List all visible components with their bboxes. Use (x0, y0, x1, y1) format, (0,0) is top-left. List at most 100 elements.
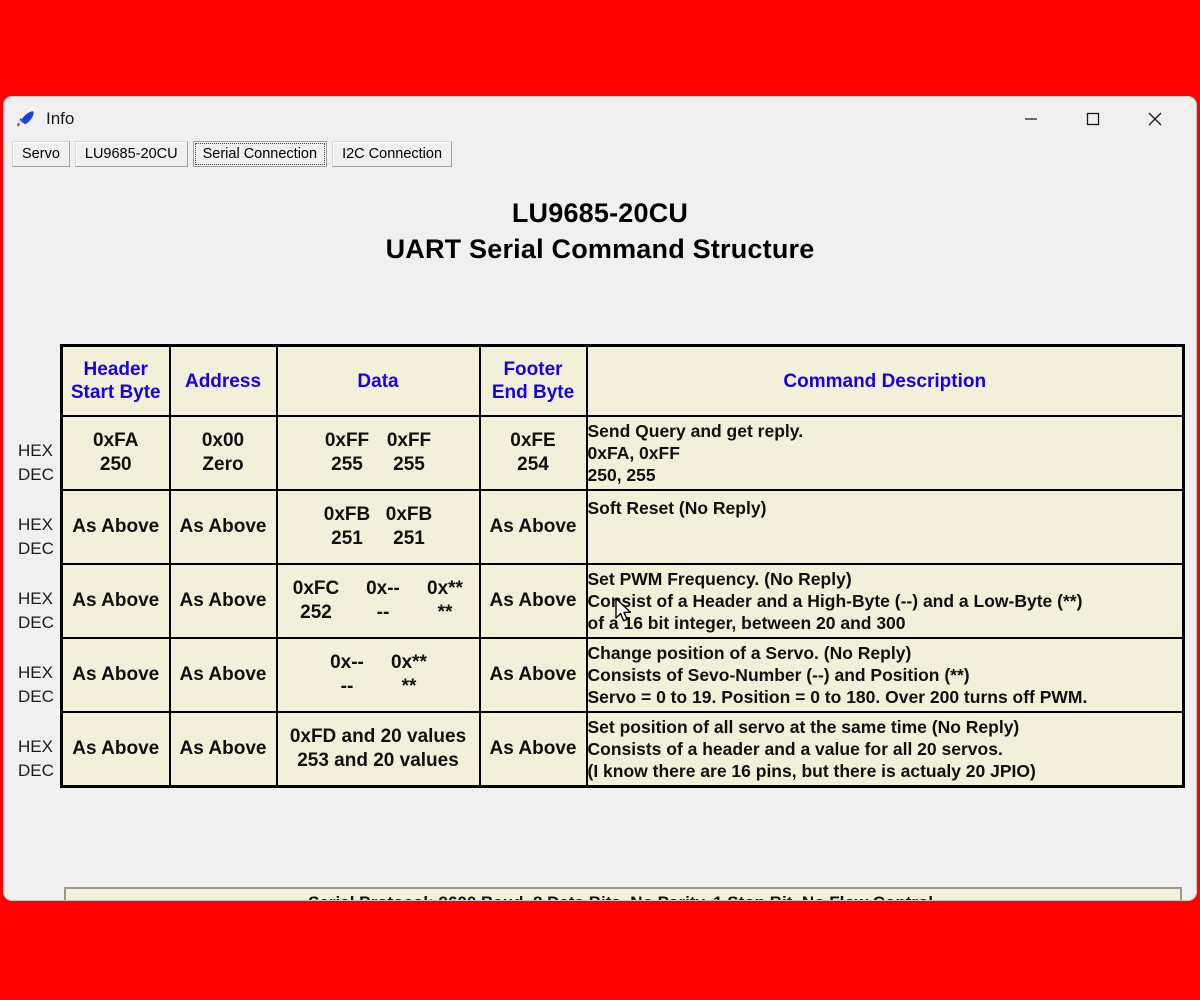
data-line1: 0xFD and 20 values (289, 725, 467, 747)
column-header-line2: Start Byte (70, 382, 161, 403)
data-dec-byte: -- (340, 676, 354, 697)
data-hex-byte: 0xFF (386, 430, 432, 451)
column-header-data: Data (275, 344, 481, 417)
tab-serial-connection[interactable]: Serial Connection (192, 141, 328, 167)
cell-dec: 250 (99, 454, 132, 475)
cell-hex: 0xFE (510, 430, 556, 451)
python-feather-icon (17, 111, 34, 127)
cell-address: As Above (168, 637, 278, 713)
cell-header-byte: As Above (60, 563, 171, 639)
cell-data: 0xFC 0x-- 0x** 252 -- ** (275, 563, 481, 639)
description-line: Consists of a header and a value for all… (587, 738, 1003, 759)
cell-address: As Above (168, 489, 278, 565)
description-line: 0xFA, 0xFF (587, 443, 680, 463)
gutter-label-row2: HEX DEC (18, 513, 54, 561)
column-header-header-start-byte: Header Start Byte (60, 344, 171, 417)
data-bytes: 0xFF 0xFF 255 255 (316, 429, 440, 477)
data-hex-byte: 0xFB (385, 504, 433, 525)
data-hex-byte: 0xFC (292, 578, 340, 599)
cell-description: Soft Reset (No Reply) (585, 489, 1185, 565)
data-dec-row: 251 251 (316, 527, 440, 551)
cell-header-byte: As Above (60, 489, 171, 565)
page-title: LU9685-20CU UART Serial Command Structur… (4, 195, 1196, 267)
tab-content-serial-connection: LU9685-20CU UART Serial Command Structur… (4, 173, 1196, 900)
data-hex-row: 0x-- 0x** (316, 651, 440, 675)
column-header-command-description: Command Description (585, 344, 1185, 417)
titlebar-left-group: Info (16, 97, 74, 141)
data-line2: 253 and 20 values (297, 749, 459, 771)
data-dec-byte: 251 (331, 528, 363, 549)
gutter-hex-3: HEX (18, 589, 53, 608)
data-dec-byte: ** (401, 676, 417, 697)
data-hex-row: 0xFF 0xFF (316, 429, 440, 453)
column-header-line1: Header (83, 359, 148, 380)
table-row: 0xFA 250 0x00 Zero 0xFF 0xFF 255 255 0xF… (60, 415, 1185, 491)
close-icon (1148, 112, 1162, 126)
column-header-line2: End Byte (491, 382, 575, 403)
cell-header-byte: 0xFA 250 (60, 415, 171, 491)
data-dec-byte: 251 (393, 528, 425, 549)
window-titlebar: Info (4, 97, 1196, 141)
description-line: Servo = 0 to 19. Position = 0 to 180. Ov… (587, 687, 1088, 707)
data-hex-byte: 0x** (391, 652, 427, 673)
table-row: As Above As Above 0xFB 0xFB 251 251 As A… (60, 489, 1185, 565)
column-header-address: Address (168, 344, 278, 417)
description-line: 250, 255 (587, 465, 656, 485)
cell-footer-byte: As Above (478, 637, 588, 713)
table-row: As Above As Above 0xFC 0x-- 0x** 252 -- … (60, 563, 1185, 639)
cell-footer-byte: As Above (478, 489, 588, 565)
minimize-icon (1025, 118, 1037, 120)
cell-address: As Above (168, 711, 278, 787)
data-hex-row: 0xFB 0xFB (316, 503, 440, 527)
cell-header-byte: As Above (60, 711, 171, 787)
cell-dec: 254 (517, 454, 549, 475)
data-dec-byte: 252 (300, 602, 332, 623)
cell-description: Set PWM Frequency. (No Reply) Consist of… (585, 563, 1185, 639)
column-header-footer-end-byte: Footer End Byte (478, 344, 588, 417)
data-dec-byte: 255 (331, 454, 363, 475)
gutter-label-row5: HEX DEC (18, 735, 54, 783)
page-title-line1: LU9685-20CU (511, 198, 689, 228)
cell-data: 0xFF 0xFF 255 255 (275, 415, 481, 491)
tab-lu9685-20cu[interactable]: LU9685-20CU (74, 141, 188, 167)
cell-data: 0x-- 0x** -- ** (275, 637, 481, 713)
cell-dec: Zero (202, 454, 244, 475)
tab-i2c-connection[interactable]: I2C Connection (332, 141, 453, 167)
cell-footer-byte: As Above (478, 563, 588, 639)
data-bytes: 0xFB 0xFB 251 251 (316, 503, 440, 551)
maximize-button[interactable] (1070, 97, 1116, 141)
column-header-line1: Address (184, 370, 262, 392)
data-dec-byte: -- (376, 602, 390, 623)
description-line: Consist of a Header and a High-Byte (--)… (587, 591, 1083, 611)
cell-description: Change position of a Servo. (No Reply) C… (585, 637, 1185, 713)
gutter-dec-2: DEC (18, 539, 54, 558)
cell-description: Set position of all servo at the same ti… (585, 711, 1185, 787)
column-header-line1: Data (357, 370, 399, 392)
data-dec-row: -- ** (316, 675, 440, 699)
data-hex-byte: 0xFB (323, 504, 371, 525)
data-dec-row: 252 -- ** (280, 601, 476, 625)
cell-hex: 0x00 (201, 430, 245, 451)
tab-servo[interactable]: Servo (12, 141, 70, 167)
tab-bar: Servo LU9685-20CU Serial Connection I2C … (12, 141, 453, 169)
cell-footer-byte: As Above (478, 711, 588, 787)
column-header-line1: Command Description (783, 370, 987, 392)
gutter-hex-5: HEX (18, 737, 53, 756)
data-dec-byte: ** (437, 602, 453, 623)
description-line: Change position of a Servo. (No Reply) (587, 643, 912, 663)
data-hex-row: 0xFC 0x-- 0x** (280, 577, 476, 601)
description-line: Soft Reset (No Reply) (587, 498, 767, 518)
gutter-dec-3: DEC (18, 613, 54, 632)
minimize-button[interactable] (1008, 97, 1054, 141)
gutter-hex-4: HEX (18, 663, 53, 682)
data-hex-byte: 0x** (427, 578, 463, 599)
page-title-line2: UART Serial Command Structure (385, 234, 815, 264)
cell-hex: 0xFA (93, 430, 139, 451)
gutter-label-row1: HEX DEC (18, 439, 54, 487)
close-button[interactable] (1132, 97, 1178, 141)
gutter-hex-1: HEX (18, 441, 53, 460)
gutter-dec-5: DEC (18, 761, 54, 780)
gutter-label-row4: HEX DEC (18, 661, 54, 709)
description-line: Consists of Sevo-Number (--) and Positio… (587, 665, 970, 685)
description-line: Send Query and get reply. (587, 421, 804, 441)
